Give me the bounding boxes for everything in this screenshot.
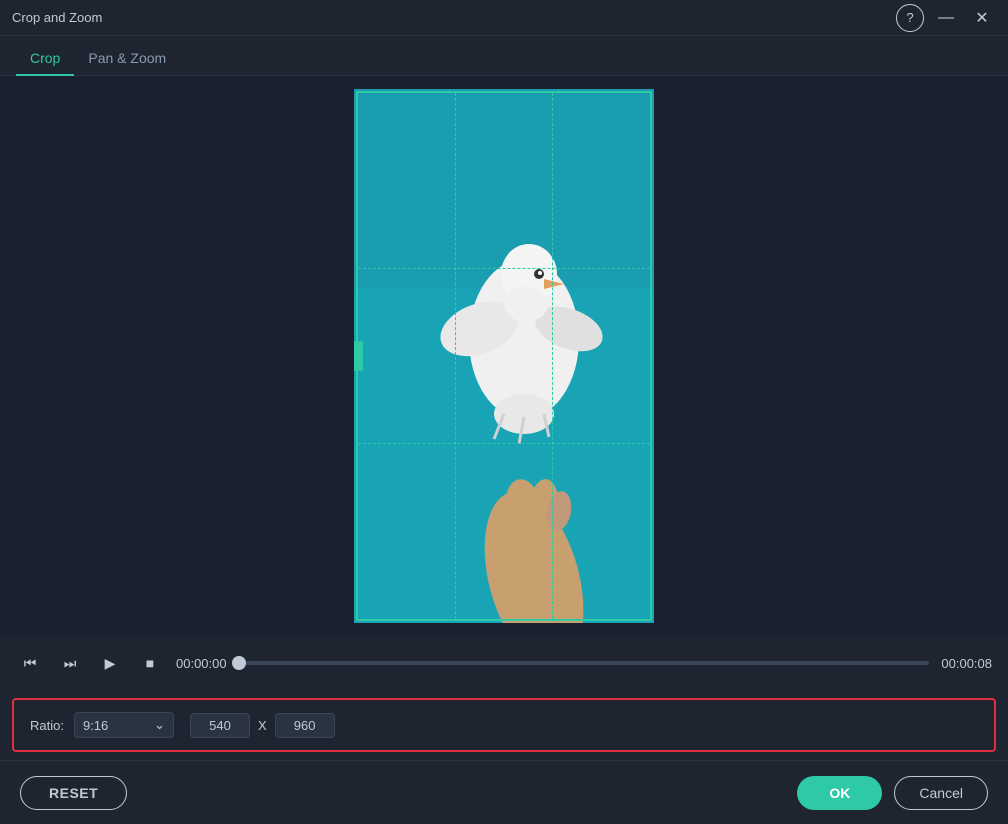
help-icon: ?	[906, 10, 913, 25]
window-controls: ? — ✕	[896, 4, 996, 32]
ratio-label: Ratio:	[30, 718, 64, 733]
play-icon: ▶	[105, 655, 116, 672]
tab-crop[interactable]: Crop	[16, 42, 74, 76]
close-button[interactable]: ✕	[968, 4, 996, 32]
action-right-buttons: OK Cancel	[797, 776, 988, 810]
play-button[interactable]: ▶	[96, 649, 124, 677]
step-forward-icon: ⏭	[64, 655, 77, 672]
reset-button[interactable]: RESET	[20, 776, 127, 810]
step-forward-button[interactable]: ⏭	[56, 649, 84, 677]
ratio-dimensions: X	[190, 713, 335, 738]
ratio-bar: Ratio: 9:16 ⌄ X	[12, 698, 996, 752]
minimize-button[interactable]: —	[932, 4, 960, 32]
tab-pan-zoom[interactable]: Pan & Zoom	[74, 42, 180, 76]
minimize-icon: —	[938, 9, 954, 27]
tab-bar: Crop Pan & Zoom	[0, 36, 1008, 76]
x-separator: X	[258, 718, 267, 733]
time-end: 00:00:08	[941, 656, 992, 671]
skip-back-button[interactable]: ⏮	[16, 649, 44, 677]
bird-scene-svg	[354, 89, 654, 623]
stop-icon: ■	[146, 655, 154, 671]
close-icon: ✕	[975, 8, 988, 28]
help-button[interactable]: ?	[896, 4, 924, 32]
image-container	[354, 89, 654, 623]
action-bar: RESET OK Cancel	[0, 760, 1008, 824]
ratio-select[interactable]: 9:16 ⌄	[74, 712, 174, 738]
height-input[interactable]	[275, 713, 335, 738]
video-canvas	[0, 76, 1008, 636]
ok-button[interactable]: OK	[797, 776, 882, 810]
playback-bar: ⏮ ⏭ ▶ ■ 00:00:00 00:00:08	[0, 636, 1008, 690]
ratio-controls: Ratio: 9:16 ⌄ X	[30, 712, 510, 738]
title-bar: Crop and Zoom ? — ✕	[0, 0, 1008, 36]
time-current: 00:00:00	[176, 656, 227, 671]
skip-back-icon: ⏮	[24, 655, 37, 672]
width-input[interactable]	[190, 713, 250, 738]
cancel-button[interactable]: Cancel	[894, 776, 988, 810]
video-canvas-area	[0, 76, 1008, 636]
window-title: Crop and Zoom	[12, 10, 102, 25]
progress-bar[interactable]	[239, 661, 930, 665]
progress-thumb[interactable]	[232, 656, 246, 670]
chevron-down-icon: ⌄	[154, 717, 165, 733]
video-frame	[354, 89, 654, 623]
ratio-value: 9:16	[83, 718, 146, 733]
stop-button[interactable]: ■	[136, 649, 164, 677]
